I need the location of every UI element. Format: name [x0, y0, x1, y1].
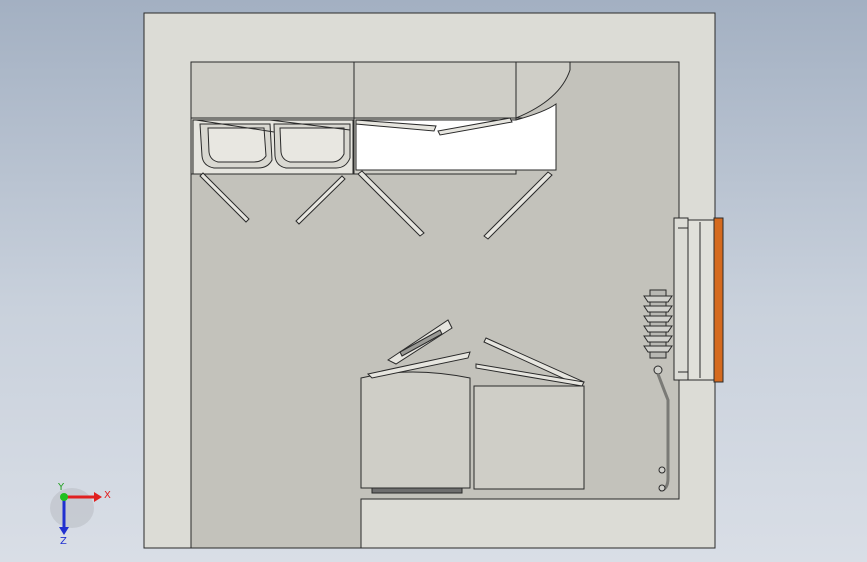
seat-pair: [192, 119, 354, 175]
y-axis-label: Y: [57, 482, 65, 493]
sofa-left-base: [360, 371, 471, 489]
window-frame-outer: [673, 217, 689, 381]
y-axis-dot: [60, 493, 68, 501]
z-axis-label: Z: [60, 536, 67, 547]
x-axis-label: X: [104, 490, 111, 501]
window-sill: [713, 217, 724, 383]
window-assembly: [673, 217, 724, 383]
axis-triad: X Y Z: [50, 482, 111, 547]
sofa-right-base: [473, 385, 585, 490]
window-frame: [687, 219, 715, 381]
cad-viewport[interactable]: X Y Z: [0, 0, 867, 562]
sofa-left-foot: [371, 487, 463, 494]
